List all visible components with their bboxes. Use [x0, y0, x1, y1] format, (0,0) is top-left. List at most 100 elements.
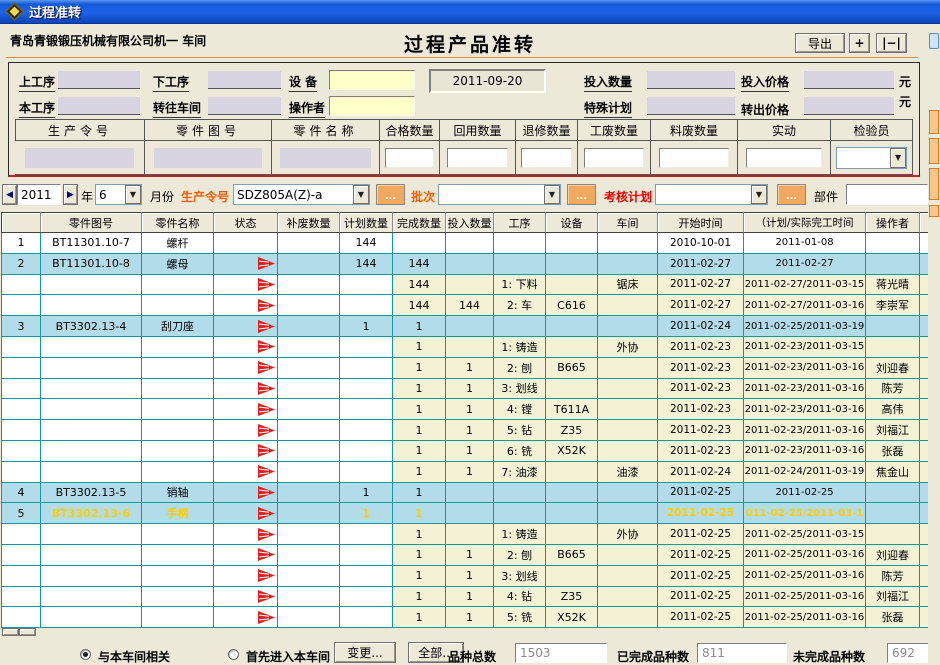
export-button[interactable]: 导出: [795, 33, 845, 53]
table-row[interactable]: 112: 刨B6652011-02-252011-02-25/2011-03-1…: [1, 545, 929, 566]
qty-input[interactable]: [746, 148, 821, 168]
collapse-minus-button[interactable]: |−|: [876, 33, 907, 53]
status-flag-icon: [258, 424, 275, 437]
grid-cell: 2011-02-27: [658, 295, 744, 316]
year-input[interactable]: [17, 184, 61, 205]
readonly-field: [25, 148, 135, 168]
change-button[interactable]: 变更...: [334, 642, 396, 663]
prev-process-field[interactable]: [58, 71, 140, 89]
grid-cell: 1: [446, 462, 494, 483]
first-enter-workshop-radio[interactable]: [228, 649, 239, 660]
batch-select[interactable]: ▼: [438, 184, 561, 205]
grid-cell: [278, 254, 340, 275]
qty-input[interactable]: [447, 148, 509, 168]
year-spin-up-button[interactable]: ▶: [63, 184, 78, 205]
grid-cell: 2011-02-23/2011-03-16: [744, 441, 866, 462]
table-row[interactable]: 112: 刨B6652011-02-232011-02-23/2011-03-1…: [1, 358, 929, 379]
this-process-field[interactable]: [58, 97, 140, 115]
grid-column-header: 工序: [494, 212, 546, 233]
related-workshop-radio[interactable]: [80, 649, 91, 660]
grid-cell: 2011-02-23: [658, 337, 744, 358]
table-row[interactable]: 1BT11301.10-7螺杆1442010-10-012011-01-08: [1, 233, 929, 254]
inspector-select[interactable]: ▼: [836, 147, 907, 169]
grid-cell: 1: [340, 483, 393, 504]
table-row[interactable]: 115: 钻Z352011-02-232011-02-23/2011-03-16…: [1, 420, 929, 441]
grid-cell: 1: [393, 503, 446, 524]
input-qty-field[interactable]: [647, 71, 735, 89]
table-row[interactable]: 5BT3302.13-6手柄112011-02-25011-02-25/2011…: [1, 503, 929, 524]
month-select[interactable]: 6 ▼: [95, 184, 142, 205]
batch-more-button[interactable]: ...: [567, 184, 596, 205]
table-row[interactable]: 4BT3302.13-5销轴112011-02-252011-02-25: [1, 483, 929, 504]
qty-input[interactable]: [521, 148, 571, 168]
component-input[interactable]: [846, 184, 928, 205]
year-spin-down-button[interactable]: ◀: [2, 184, 17, 205]
table-row[interactable]: 113: 划线2011-02-252011-02-25/2011-03-16陈芳: [1, 566, 929, 587]
form-table-header: 合格数量: [380, 119, 440, 141]
qty-input[interactable]: [385, 148, 433, 168]
next-process-field[interactable]: [208, 71, 281, 89]
chevron-down-icon[interactable]: ▼: [751, 185, 767, 204]
special-plan-field[interactable]: [647, 97, 735, 115]
grid-cell: [142, 545, 214, 566]
assess-plan-more-button[interactable]: ...: [777, 184, 806, 205]
table-row[interactable]: 116: 铣X52K2011-02-232011-02-23/2011-03-1…: [1, 441, 929, 462]
chevron-down-icon[interactable]: ▼: [353, 185, 369, 204]
date-field[interactable]: 2011-09-20: [429, 69, 546, 93]
table-row[interactable]: 11: 铸造外协2011-02-252011-02-25/2011-03-15: [1, 524, 929, 545]
table-row[interactable]: 114: 钻Z352011-02-252011-02-25/2011-03-16…: [1, 587, 929, 608]
grid-column-header: 开始时间: [658, 212, 744, 233]
expand-plus-button[interactable]: +: [849, 33, 870, 53]
grid-cell: [142, 295, 214, 316]
table-row[interactable]: 1441442: 车C6162011-02-272011-02-27/2011-…: [1, 295, 929, 316]
equipment-field[interactable]: [329, 70, 415, 90]
table-row[interactable]: 11: 铸造外协2011-02-232011-02-23/2011-03-15: [1, 337, 929, 358]
total-varieties-label: 品种总数: [448, 648, 496, 665]
table-row[interactable]: 1441: 下料锯床2011-02-272011-02-27/2011-03-1…: [1, 275, 929, 296]
qty-input[interactable]: [584, 148, 643, 168]
grid-cell: B665: [546, 545, 598, 566]
order-select[interactable]: SDZ805A(Z)-a ▼: [233, 184, 370, 205]
grid-cell: [598, 254, 658, 275]
grid-cell: [41, 607, 142, 628]
assess-plan-select[interactable]: ▼: [655, 184, 768, 205]
grid-cell: 011-02-25/2011-03-1: [744, 503, 866, 524]
grid-cell: 高伟: [866, 399, 920, 420]
operator-field[interactable]: [329, 96, 415, 116]
form-table-cell: [578, 141, 651, 175]
table-row[interactable]: 115: 铣X52K2011-02-252011-02-25/2011-03-1…: [1, 607, 929, 628]
grid-cell: 2011-02-23: [658, 379, 744, 400]
output-price-field[interactable]: [804, 97, 894, 115]
table-row[interactable]: 113: 划线2011-02-232011-02-23/2011-03-16陈芳: [1, 379, 929, 400]
grid-cell: [278, 462, 340, 483]
grid-cell: [214, 337, 278, 358]
table-row[interactable]: 117: 油漆油漆2011-02-242011-02-24/2011-03-19…: [1, 462, 929, 483]
grid-column-header: （计划/实际完工时间: [744, 212, 866, 233]
grid-hscroll-right-button[interactable]: [19, 628, 36, 636]
chevron-down-icon[interactable]: ▼: [544, 185, 560, 204]
grid-cell: [446, 254, 494, 275]
transfer-workshop-field[interactable]: [208, 97, 281, 115]
grid-cell: 销轴: [142, 483, 214, 504]
grid-cell: [1, 607, 41, 628]
grid-cell: [598, 607, 658, 628]
chevron-down-icon[interactable]: ▼: [890, 148, 906, 168]
order-more-button[interactable]: ...: [376, 184, 405, 205]
grid-cell: 2011-02-25/2011-03-19: [744, 316, 866, 337]
qty-input[interactable]: [659, 148, 730, 168]
grid-cell: 7: 油漆: [494, 462, 546, 483]
grid-cell: [494, 503, 546, 524]
input-price-field[interactable]: [804, 71, 894, 89]
undone-varieties-label: 未完成品种数: [793, 648, 865, 665]
table-row[interactable]: 3BT3302.13-4刮刀座112011-02-242011-02-25/20…: [1, 316, 929, 337]
table-row[interactable]: 2BT11301.10-8螺母1441442011-02-272011-02-2…: [1, 254, 929, 275]
grid-cell: [446, 233, 494, 254]
table-row[interactable]: 114: 镗T611A2011-02-232011-02-23/2011-03-…: [1, 399, 929, 420]
grid-cell: [866, 524, 920, 545]
chevron-down-icon[interactable]: ▼: [125, 185, 141, 204]
grid-cell: 焦金山: [866, 462, 920, 483]
grid-cell: [546, 524, 598, 545]
grid-cell: 2011-02-23/2011-03-15: [744, 337, 866, 358]
grid-hscroll-left-button[interactable]: [2, 628, 19, 636]
form-table-cell: [380, 141, 440, 175]
